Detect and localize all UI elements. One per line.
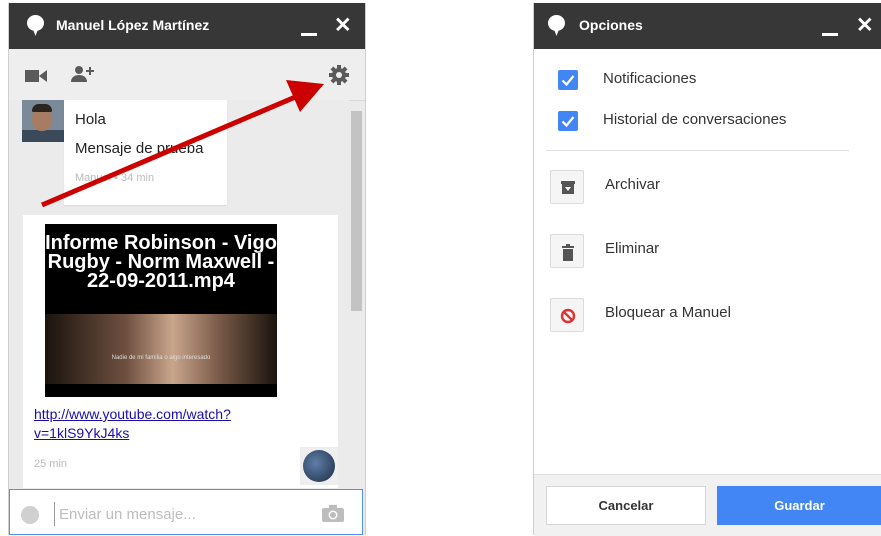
message-list[interactable]: Hola Mensaje de prueba Manuel • 34 min I… — [9, 100, 349, 490]
minimize-button[interactable] — [301, 33, 317, 36]
options-dialog: Opciones ✕ Notificaciones Historial de c… — [533, 3, 881, 536]
checkbox-checked[interactable] — [558, 70, 578, 90]
action-label: Eliminar — [605, 240, 660, 257]
avatar — [22, 100, 64, 142]
chat-bubble-icon — [548, 15, 565, 36]
chat-titlebar: Manuel López Martínez ✕ — [9, 3, 365, 49]
options-title: Opciones — [579, 17, 643, 33]
smiley-icon[interactable] — [21, 506, 39, 524]
divider — [546, 150, 849, 151]
add-person-icon[interactable] — [71, 65, 95, 83]
message-text: Hola — [75, 111, 106, 128]
options-titlebar: Opciones ✕ — [534, 3, 881, 49]
save-button[interactable]: Guardar — [717, 486, 881, 525]
trash-icon[interactable] — [550, 234, 584, 268]
archive-icon[interactable] — [550, 170, 584, 204]
close-button[interactable]: ✕ — [856, 15, 874, 36]
checkbox-label: Notificaciones — [603, 70, 697, 87]
options-footer: Cancelar Guardar — [534, 474, 881, 536]
message-timestamp: Manuel • 34 min — [75, 172, 155, 184]
cancel-button[interactable]: Cancelar — [546, 486, 706, 525]
chat-bubble-icon — [27, 15, 44, 36]
message-timestamp: 25 min — [34, 458, 68, 470]
chat-window: Manuel López Martínez ✕ Hola Mensaje de … — [8, 3, 366, 535]
check-icon — [561, 116, 575, 128]
block-icon[interactable] — [550, 298, 584, 332]
gear-icon[interactable] — [329, 65, 349, 85]
minimize-button[interactable] — [822, 33, 838, 36]
chat-toolbar — [9, 49, 365, 101]
message-input[interactable] — [54, 502, 321, 526]
video-message: Informe Robinson - Vigo Rugby - Norm Max… — [23, 215, 338, 488]
action-label: Bloquear a Manuel — [605, 304, 731, 321]
close-button[interactable]: ✕ — [334, 15, 352, 36]
video-link[interactable]: http://www.youtube.com/watch?v=1klS9YkJ4… — [34, 405, 294, 443]
message-composer — [9, 489, 363, 535]
message-bubble: Hola Mensaje de prueba Manuel • 34 min — [64, 100, 227, 205]
check-icon — [561, 75, 575, 87]
video-caption: Nadie de mi familia o algo interesado — [111, 355, 211, 361]
message-text: Mensaje de prueba — [75, 140, 204, 157]
action-label: Archivar — [605, 176, 661, 193]
scrollbar[interactable] — [351, 111, 362, 311]
video-thumbnail[interactable]: Informe Robinson - Vigo Rugby - Norm Max… — [45, 224, 277, 397]
video-title: Informe Robinson - Vigo Rugby - Norm Max… — [45, 232, 277, 292]
checkbox-checked[interactable] — [558, 111, 578, 131]
checkbox-label: Historial de conversaciones — [603, 111, 787, 128]
sender-avatar — [300, 447, 338, 485]
chat-title: Manuel López Martínez — [56, 17, 210, 33]
camera-icon[interactable] — [322, 505, 344, 522]
video-camera-icon[interactable] — [25, 69, 47, 83]
